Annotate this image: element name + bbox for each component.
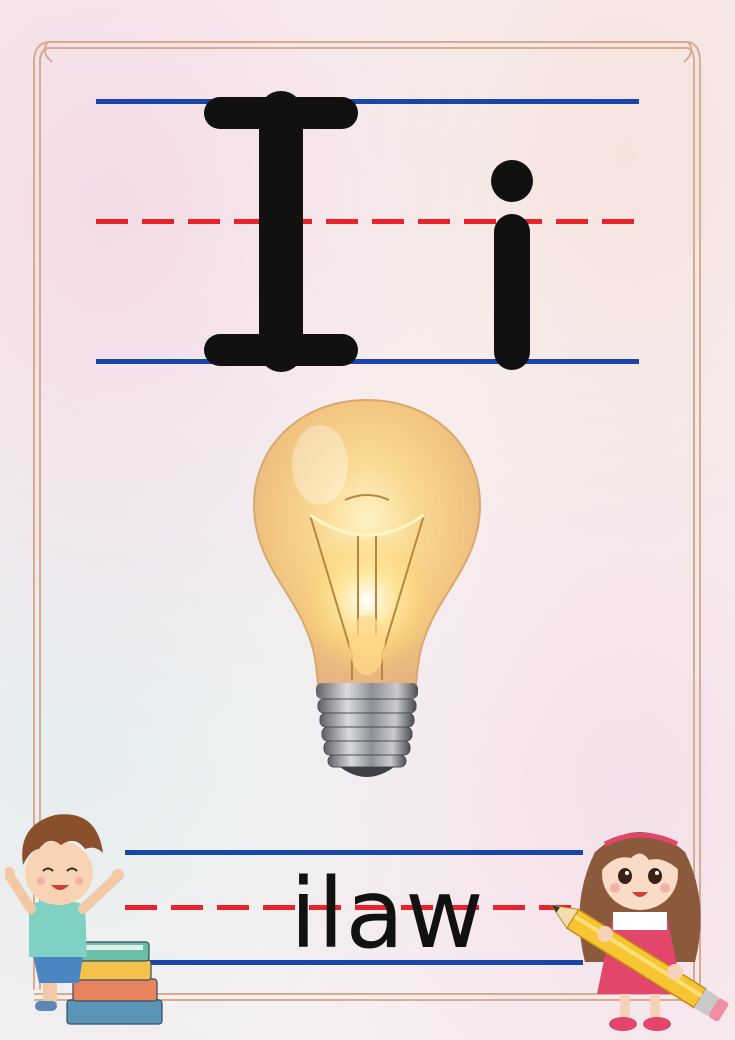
lowercase-letter: i	[480, 150, 550, 365]
girl-with-pencil-illustration	[550, 832, 729, 1031]
letters-drawing	[204, 91, 533, 372]
light-bulb-illustration	[252, 398, 482, 777]
alphabet-card: I i	[0, 0, 735, 1040]
boy-with-books-illustration	[5, 814, 163, 1025]
uppercase-letter: I	[205, 95, 365, 365]
letter-display: I i	[0, 0, 735, 400]
word-label: ilaw	[290, 858, 485, 970]
